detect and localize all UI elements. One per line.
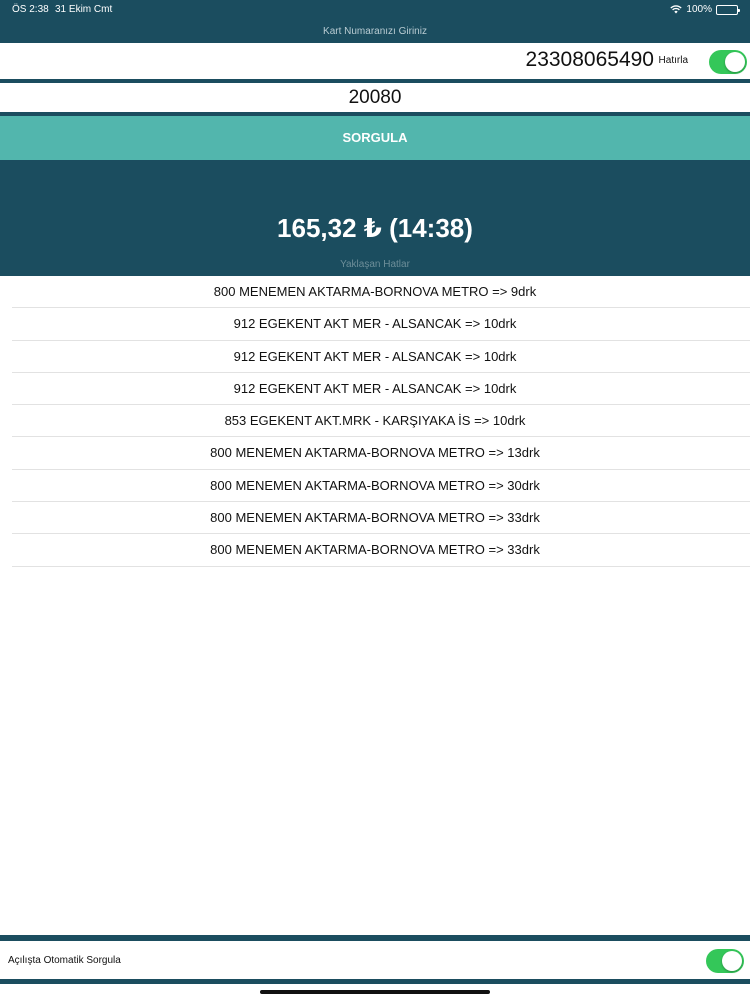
list-item[interactable]: 800 MENEMEN AKTARMA-BORNOVA METRO => 30d…: [0, 470, 750, 503]
battery-icon: [716, 4, 740, 15]
remember-label: Hatırla: [658, 55, 688, 66]
query-button[interactable]: SORGULA: [0, 116, 750, 160]
toggle-knob: [722, 951, 742, 971]
list-item[interactable]: 800 MENEMEN AKTARMA-BORNOVA METRO => 33d…: [0, 534, 750, 567]
upcoming-lines-title: Yaklaşan Hatlar: [340, 259, 410, 270]
list-item[interactable]: 912 EGEKENT AKT MER - ALSANCAK => 10drk: [0, 373, 750, 406]
list-item[interactable]: 800 MENEMEN AKTARMA-BORNOVA METRO => 13d…: [0, 437, 750, 471]
list-item[interactable]: 912 EGEKENT AKT MER - ALSANCAK => 10drk: [0, 341, 750, 374]
balance-text: 165,32 ₺ (14:38): [277, 213, 473, 243]
card-number-field[interactable]: 23308065490: [526, 48, 654, 72]
status-indicators: 100%: [670, 4, 740, 15]
status-date: 31 Ekim Cmt: [55, 4, 113, 15]
auto-query-label: Açılışta Otomatik Sorgula: [8, 955, 121, 966]
balance-panel: 165,32 ₺ (14:38) Yaklaşan Hatlar: [0, 160, 750, 276]
card-number-prompt: Kart Numaranızı Giriniz: [323, 26, 427, 37]
auto-query-row: Açılışta Otomatik Sorgula: [0, 941, 750, 979]
list-item[interactable]: 800 MENEMEN AKTARMA-BORNOVA METRO => 9dr…: [0, 276, 750, 309]
home-indicator[interactable]: [260, 990, 490, 994]
stop-row: [0, 83, 750, 112]
list-item[interactable]: 912 EGEKENT AKT MER - ALSANCAK => 10drk: [0, 308, 750, 341]
list-item[interactable]: 853 EGEKENT AKT.MRK - KARŞIYAKA İS => 10…: [0, 405, 750, 438]
toggle-knob: [725, 52, 745, 72]
list-item[interactable]: 800 MENEMEN AKTARMA-BORNOVA METRO => 33d…: [0, 502, 750, 535]
divider: [0, 979, 750, 984]
wifi-icon: [670, 5, 683, 14]
upcoming-lines-list: 800 MENEMEN AKTARMA-BORNOVA METRO => 9dr…: [0, 276, 750, 567]
auto-query-toggle[interactable]: [706, 949, 744, 973]
status-bar: ÖS 2:38 31 Ekim Cmt 100%: [0, 0, 750, 18]
card-number-row: 23308065490 Hatırla: [0, 43, 750, 79]
remember-toggle[interactable]: [709, 50, 747, 74]
battery-percent: 100%: [686, 4, 712, 15]
status-time: ÖS 2:38: [12, 4, 49, 15]
stop-number-input[interactable]: [0, 83, 750, 112]
